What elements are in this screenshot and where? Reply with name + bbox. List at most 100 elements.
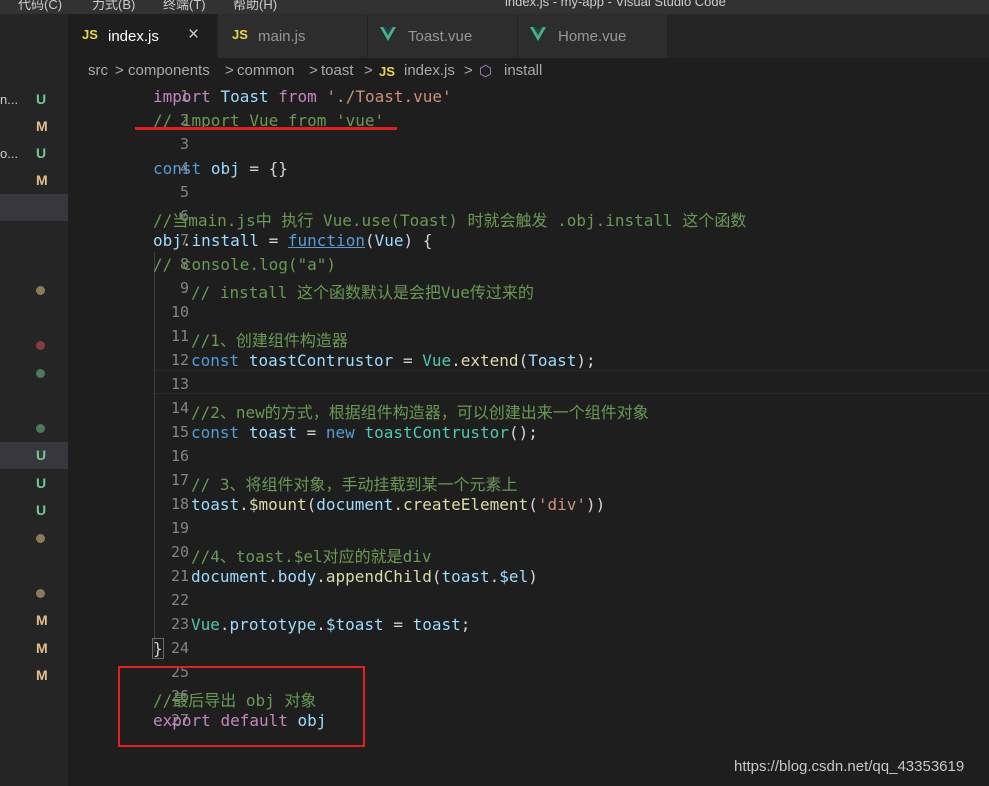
- line-number: 14: [170, 399, 189, 417]
- code-line: const obj = {}: [153, 159, 288, 178]
- chevron-right-icon: >: [464, 62, 473, 79]
- line-number: 16: [170, 447, 189, 465]
- close-icon[interactable]: ×: [188, 24, 199, 46]
- error-dot-icon: [36, 341, 45, 350]
- line-number: 12: [170, 351, 189, 369]
- line-number: 21: [170, 567, 189, 585]
- annotation-box: [118, 666, 365, 747]
- line-number: 22: [170, 591, 189, 609]
- modified-dot-icon: [36, 589, 45, 598]
- explorer-item-name: o...: [0, 146, 19, 161]
- code-line: const toast = new toastContrustor();: [191, 423, 538, 442]
- explorer-sidebar: n... U M o... U M U U U M M M: [0, 14, 68, 786]
- tab-main-js[interactable]: JS main.js: [218, 14, 368, 58]
- menu-item-terminal[interactable]: 终端(T): [163, 0, 206, 13]
- modified-dot-icon: [36, 534, 45, 543]
- line-number: 18: [170, 495, 189, 513]
- code-line: document.body.appendChild(toast.$el): [191, 567, 538, 586]
- git-status-badge: U: [36, 502, 47, 518]
- line-number: 19: [170, 519, 189, 537]
- code-line: const toastContrustor = Vue.extend(Toast…: [191, 351, 596, 370]
- window-title: index.js - my-app - Visual Studio Code: [505, 0, 726, 9]
- explorer-item[interactable]: U: [0, 470, 68, 497]
- explorer-item[interactable]: [0, 525, 68, 552]
- line-number: 5: [179, 183, 189, 201]
- menu-item-code[interactable]: 代码(C): [18, 0, 62, 13]
- untracked-dot-icon: [36, 424, 45, 433]
- explorer-item[interactable]: M: [0, 662, 68, 689]
- chevron-right-icon: >: [225, 62, 234, 79]
- js-file-icon: JS: [82, 27, 98, 42]
- breadcrumb-item[interactable]: common: [237, 62, 295, 79]
- explorer-item[interactable]: [0, 415, 68, 442]
- code-line: toast.$mount(document.createElement('div…: [191, 495, 606, 514]
- tab-toast-vue[interactable]: Toast.vue: [368, 14, 518, 58]
- explorer-item[interactable]: [0, 580, 68, 607]
- explorer-item[interactable]: M: [0, 167, 68, 194]
- modified-dot-icon: [36, 286, 45, 295]
- chevron-right-icon: >: [115, 62, 124, 79]
- breadcrumb-item[interactable]: components: [128, 62, 210, 79]
- menu-item-format[interactable]: 力式(B): [92, 0, 135, 13]
- chevron-right-icon: >: [309, 62, 318, 79]
- explorer-item[interactable]: M: [0, 607, 68, 634]
- tab-label: Toast.vue: [408, 28, 473, 45]
- breadcrumb-item[interactable]: index.js: [404, 62, 455, 79]
- git-status-badge: U: [36, 475, 47, 491]
- vue-file-icon: [530, 27, 546, 41]
- tab-home-vue[interactable]: Home.vue: [518, 14, 668, 58]
- title-bar: 代码(C) 力式(B) 终端(T) 帮助(H) index.js - my-ap…: [0, 0, 989, 14]
- git-status-badge: U: [36, 91, 47, 107]
- code-line: // console.log("a"): [153, 255, 337, 274]
- line-number: 20: [170, 543, 189, 561]
- git-status-badge: M: [36, 640, 48, 656]
- explorer-item[interactable]: M: [0, 113, 68, 140]
- line-number: 3: [179, 135, 189, 153]
- code-line: Vue.prototype.$toast = toast;: [191, 615, 471, 634]
- breadcrumb: src > components > common > toast > JS i…: [68, 58, 989, 84]
- breadcrumb-item[interactable]: install: [504, 62, 542, 79]
- explorer-item-name: n...: [0, 92, 19, 107]
- git-status-badge: U: [36, 145, 47, 161]
- annotation-underline: [135, 127, 397, 130]
- explorer-item[interactable]: [0, 360, 68, 387]
- editor-tab-bar: JS index.js × JS main.js Toast.vue Home.…: [68, 14, 989, 58]
- git-status-badge: M: [36, 118, 48, 134]
- explorer-item-selected[interactable]: [0, 194, 68, 221]
- tab-label: index.js: [108, 28, 159, 45]
- explorer-item[interactable]: [0, 332, 68, 359]
- code-line: }: [152, 638, 164, 659]
- explorer-item-selected[interactable]: U: [0, 442, 68, 469]
- js-file-icon: JS: [379, 64, 395, 79]
- line-number: 11: [170, 327, 189, 345]
- git-status-badge: M: [36, 172, 48, 188]
- breadcrumb-item[interactable]: toast: [321, 62, 354, 79]
- code-line: import Toast from './Toast.vue': [153, 87, 452, 106]
- line-number: 10: [170, 303, 189, 321]
- line-number: 13: [170, 375, 189, 393]
- breadcrumb-item[interactable]: src: [88, 62, 108, 79]
- line-number: 15: [170, 423, 189, 441]
- line-number: 23: [170, 615, 189, 633]
- js-file-icon: JS: [232, 27, 248, 42]
- git-status-badge: M: [36, 667, 48, 683]
- explorer-item[interactable]: n... U: [0, 86, 68, 113]
- explorer-item[interactable]: o... U: [0, 140, 68, 167]
- tab-label: Home.vue: [558, 28, 627, 45]
- explorer-item[interactable]: U: [0, 497, 68, 524]
- explorer-item[interactable]: M: [0, 635, 68, 662]
- line-number: 17: [170, 471, 189, 489]
- untracked-dot-icon: [36, 369, 45, 378]
- watermark: https://blog.csdn.net/qq_43353619: [734, 758, 965, 775]
- vue-file-icon: [380, 27, 396, 41]
- git-status-badge: U: [36, 447, 47, 463]
- tab-label: main.js: [258, 28, 306, 45]
- explorer-item[interactable]: [0, 277, 68, 304]
- method-icon: ⬡: [479, 63, 493, 80]
- menu-item-help[interactable]: 帮助(H): [233, 0, 277, 13]
- code-line: obj.install = function(Vue) {: [153, 231, 433, 250]
- tab-index-js[interactable]: JS index.js ×: [68, 14, 218, 58]
- chevron-right-icon: >: [364, 62, 373, 79]
- git-status-badge: M: [36, 612, 48, 628]
- line-number: 9: [179, 279, 189, 297]
